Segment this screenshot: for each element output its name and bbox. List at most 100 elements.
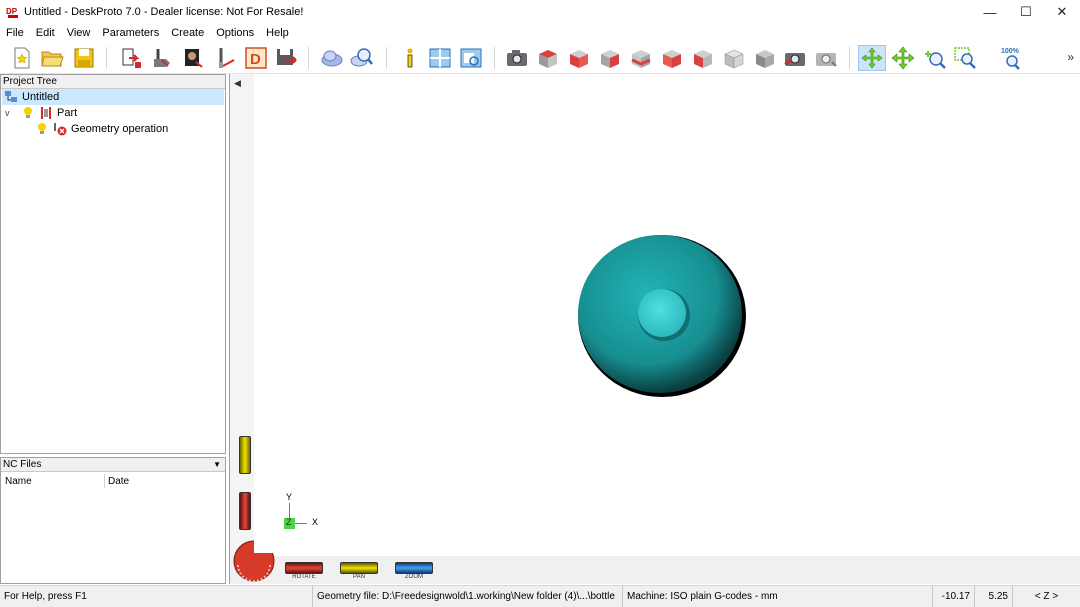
- drawing-wizard-button[interactable]: D: [242, 45, 270, 71]
- view-front-button[interactable]: [565, 45, 593, 71]
- menu-view[interactable]: View: [61, 25, 97, 42]
- zoom-mode-button[interactable]: [920, 45, 948, 71]
- view-left-button[interactable]: [658, 45, 686, 71]
- svg-text:100%: 100%: [1001, 48, 1020, 55]
- save-project-button[interactable]: [70, 45, 98, 71]
- menu-help[interactable]: Help: [260, 25, 295, 42]
- part-inspect-button[interactable]: [348, 45, 376, 71]
- cube-bottom-icon: [694, 50, 712, 68]
- collapse-panel-icon[interactable]: ◀: [234, 78, 241, 89]
- status-machine: Machine: ISO plain G-codes - mm: [622, 586, 932, 607]
- tree-item-geometry-operation[interactable]: Geometry operation: [35, 121, 168, 137]
- zoom-window-button[interactable]: [951, 45, 979, 71]
- camera-icon: [507, 50, 527, 66]
- close-button[interactable]: ✕: [1044, 0, 1080, 24]
- bitmap-wizard-icon: [185, 49, 203, 68]
- nc-files-columns: Name Date: [1, 472, 225, 490]
- nc-files-panel: NC Files ▼ Name Date: [0, 457, 226, 584]
- open-project-button[interactable]: [38, 45, 66, 71]
- rotary-tool-icon: [219, 48, 235, 68]
- vector-wizard-icon: [154, 49, 170, 67]
- grid-layout-icon: [429, 48, 451, 68]
- menu-file[interactable]: File: [0, 25, 30, 42]
- tree-item-part[interactable]: v Part: [5, 105, 77, 121]
- status-x-coordinate: -10.17: [932, 586, 974, 607]
- pan-slider[interactable]: [340, 562, 378, 574]
- project-tree-header: Project Tree: [1, 75, 225, 89]
- rotate-slider[interactable]: [285, 562, 323, 574]
- project-icon: [5, 91, 17, 102]
- save-icon: [74, 48, 94, 68]
- cube-right-icon: [601, 50, 619, 68]
- menu-parameters[interactable]: Parameters: [96, 25, 165, 42]
- column-header-name[interactable]: Name: [5, 476, 32, 487]
- axis-z-box: Z: [284, 517, 295, 529]
- svg-text:D: D: [250, 51, 261, 68]
- lightbulb-icon: [24, 107, 32, 118]
- part-select-button[interactable]: [318, 45, 346, 71]
- magnifier-icon: [350, 48, 373, 67]
- zoom-100-button[interactable]: 100%: [998, 45, 1026, 71]
- tree-item-untitled[interactable]: Untitled: [2, 89, 224, 105]
- status-help-text: For Help, press F1: [4, 591, 87, 602]
- layout-view-button[interactable]: [426, 45, 454, 71]
- cube-back-icon: [631, 50, 651, 68]
- title-bar: DP Untitled - DeskProto 7.0 - Dealer lic…: [0, 0, 1080, 24]
- status-geometry-file: Geometry file: D:\Freedesignwold\1.worki…: [312, 586, 622, 607]
- cube-iso-icon: [724, 49, 744, 69]
- pan-mode-button[interactable]: [889, 45, 917, 71]
- bitmap-wizard-button[interactable]: [180, 45, 208, 71]
- dropdown-arrow-icon[interactable]: ▼: [213, 458, 221, 471]
- axis-y-label: Y: [286, 492, 293, 502]
- folder-open-icon: [41, 51, 64, 67]
- view-back-button[interactable]: [627, 45, 655, 71]
- project-tree-panel: Project Tree Untitled v Part Geometry op…: [0, 74, 226, 454]
- new-project-button[interactable]: [8, 45, 36, 71]
- render-view-button[interactable]: [812, 45, 840, 71]
- column-header-date[interactable]: Date: [108, 476, 129, 487]
- zoom-slider[interactable]: [395, 562, 433, 574]
- toolbar-separator: [308, 47, 309, 69]
- rotate-mode-button[interactable]: [858, 45, 886, 71]
- vector-wizard-button[interactable]: [148, 45, 176, 71]
- refresh-view-button[interactable]: [781, 45, 809, 71]
- rotary-wizard-button[interactable]: [211, 45, 239, 71]
- view-iso-2-button[interactable]: [751, 45, 779, 71]
- menu-options[interactable]: Options: [210, 25, 260, 42]
- view-right-button[interactable]: [596, 45, 624, 71]
- collapse-chevron-icon[interactable]: v: [5, 108, 15, 118]
- info-button[interactable]: [396, 45, 424, 71]
- zoom-label: ZOOM: [405, 574, 423, 580]
- export-save-icon: [277, 49, 297, 65]
- rotate-dial[interactable]: [232, 539, 276, 583]
- tree-item-label: Part: [57, 107, 78, 119]
- status-bar: For Help, press F1 Geometry file: D:\Fre…: [0, 585, 1080, 607]
- axis-x-line: [295, 523, 307, 524]
- pan-vertical-slider[interactable]: [239, 436, 251, 474]
- status-y-coordinate: 5.25: [974, 586, 1012, 607]
- part-wizard-button[interactable]: [117, 45, 145, 71]
- maximize-button[interactable]: ☐: [1008, 0, 1044, 24]
- zoom-icon: [925, 51, 946, 69]
- deskproto-window: DP Untitled - DeskProto 7.0 - Dealer lic…: [0, 0, 1080, 607]
- window-title: Untitled - DeskProto 7.0 - Dealer licens…: [24, 6, 304, 18]
- export-nc-button[interactable]: [272, 45, 300, 71]
- view-iso-button[interactable]: [720, 45, 748, 71]
- 3d-viewport[interactable]: ◀ Y Z X ROTATE PAN ZOOM: [229, 74, 1080, 584]
- preview-view-button[interactable]: [457, 45, 485, 71]
- camera-view-button[interactable]: [503, 45, 531, 71]
- model-render[interactable]: [576, 232, 748, 400]
- menu-edit[interactable]: Edit: [30, 25, 61, 42]
- rotate-vertical-slider[interactable]: [239, 492, 251, 530]
- info-icon: [407, 48, 413, 68]
- toolbar-overflow-button[interactable]: »: [1067, 50, 1074, 64]
- minimize-button[interactable]: —: [972, 0, 1008, 24]
- column-divider[interactable]: [104, 474, 105, 488]
- pan-label: PAN: [353, 574, 365, 580]
- menu-create[interactable]: Create: [165, 25, 210, 42]
- lightbulb-icon: [38, 123, 46, 134]
- view-bottom-button[interactable]: [689, 45, 717, 71]
- view-top-button[interactable]: [534, 45, 562, 71]
- drawing-d-icon: D: [245, 47, 267, 69]
- operation-error-icon: [54, 123, 67, 136]
